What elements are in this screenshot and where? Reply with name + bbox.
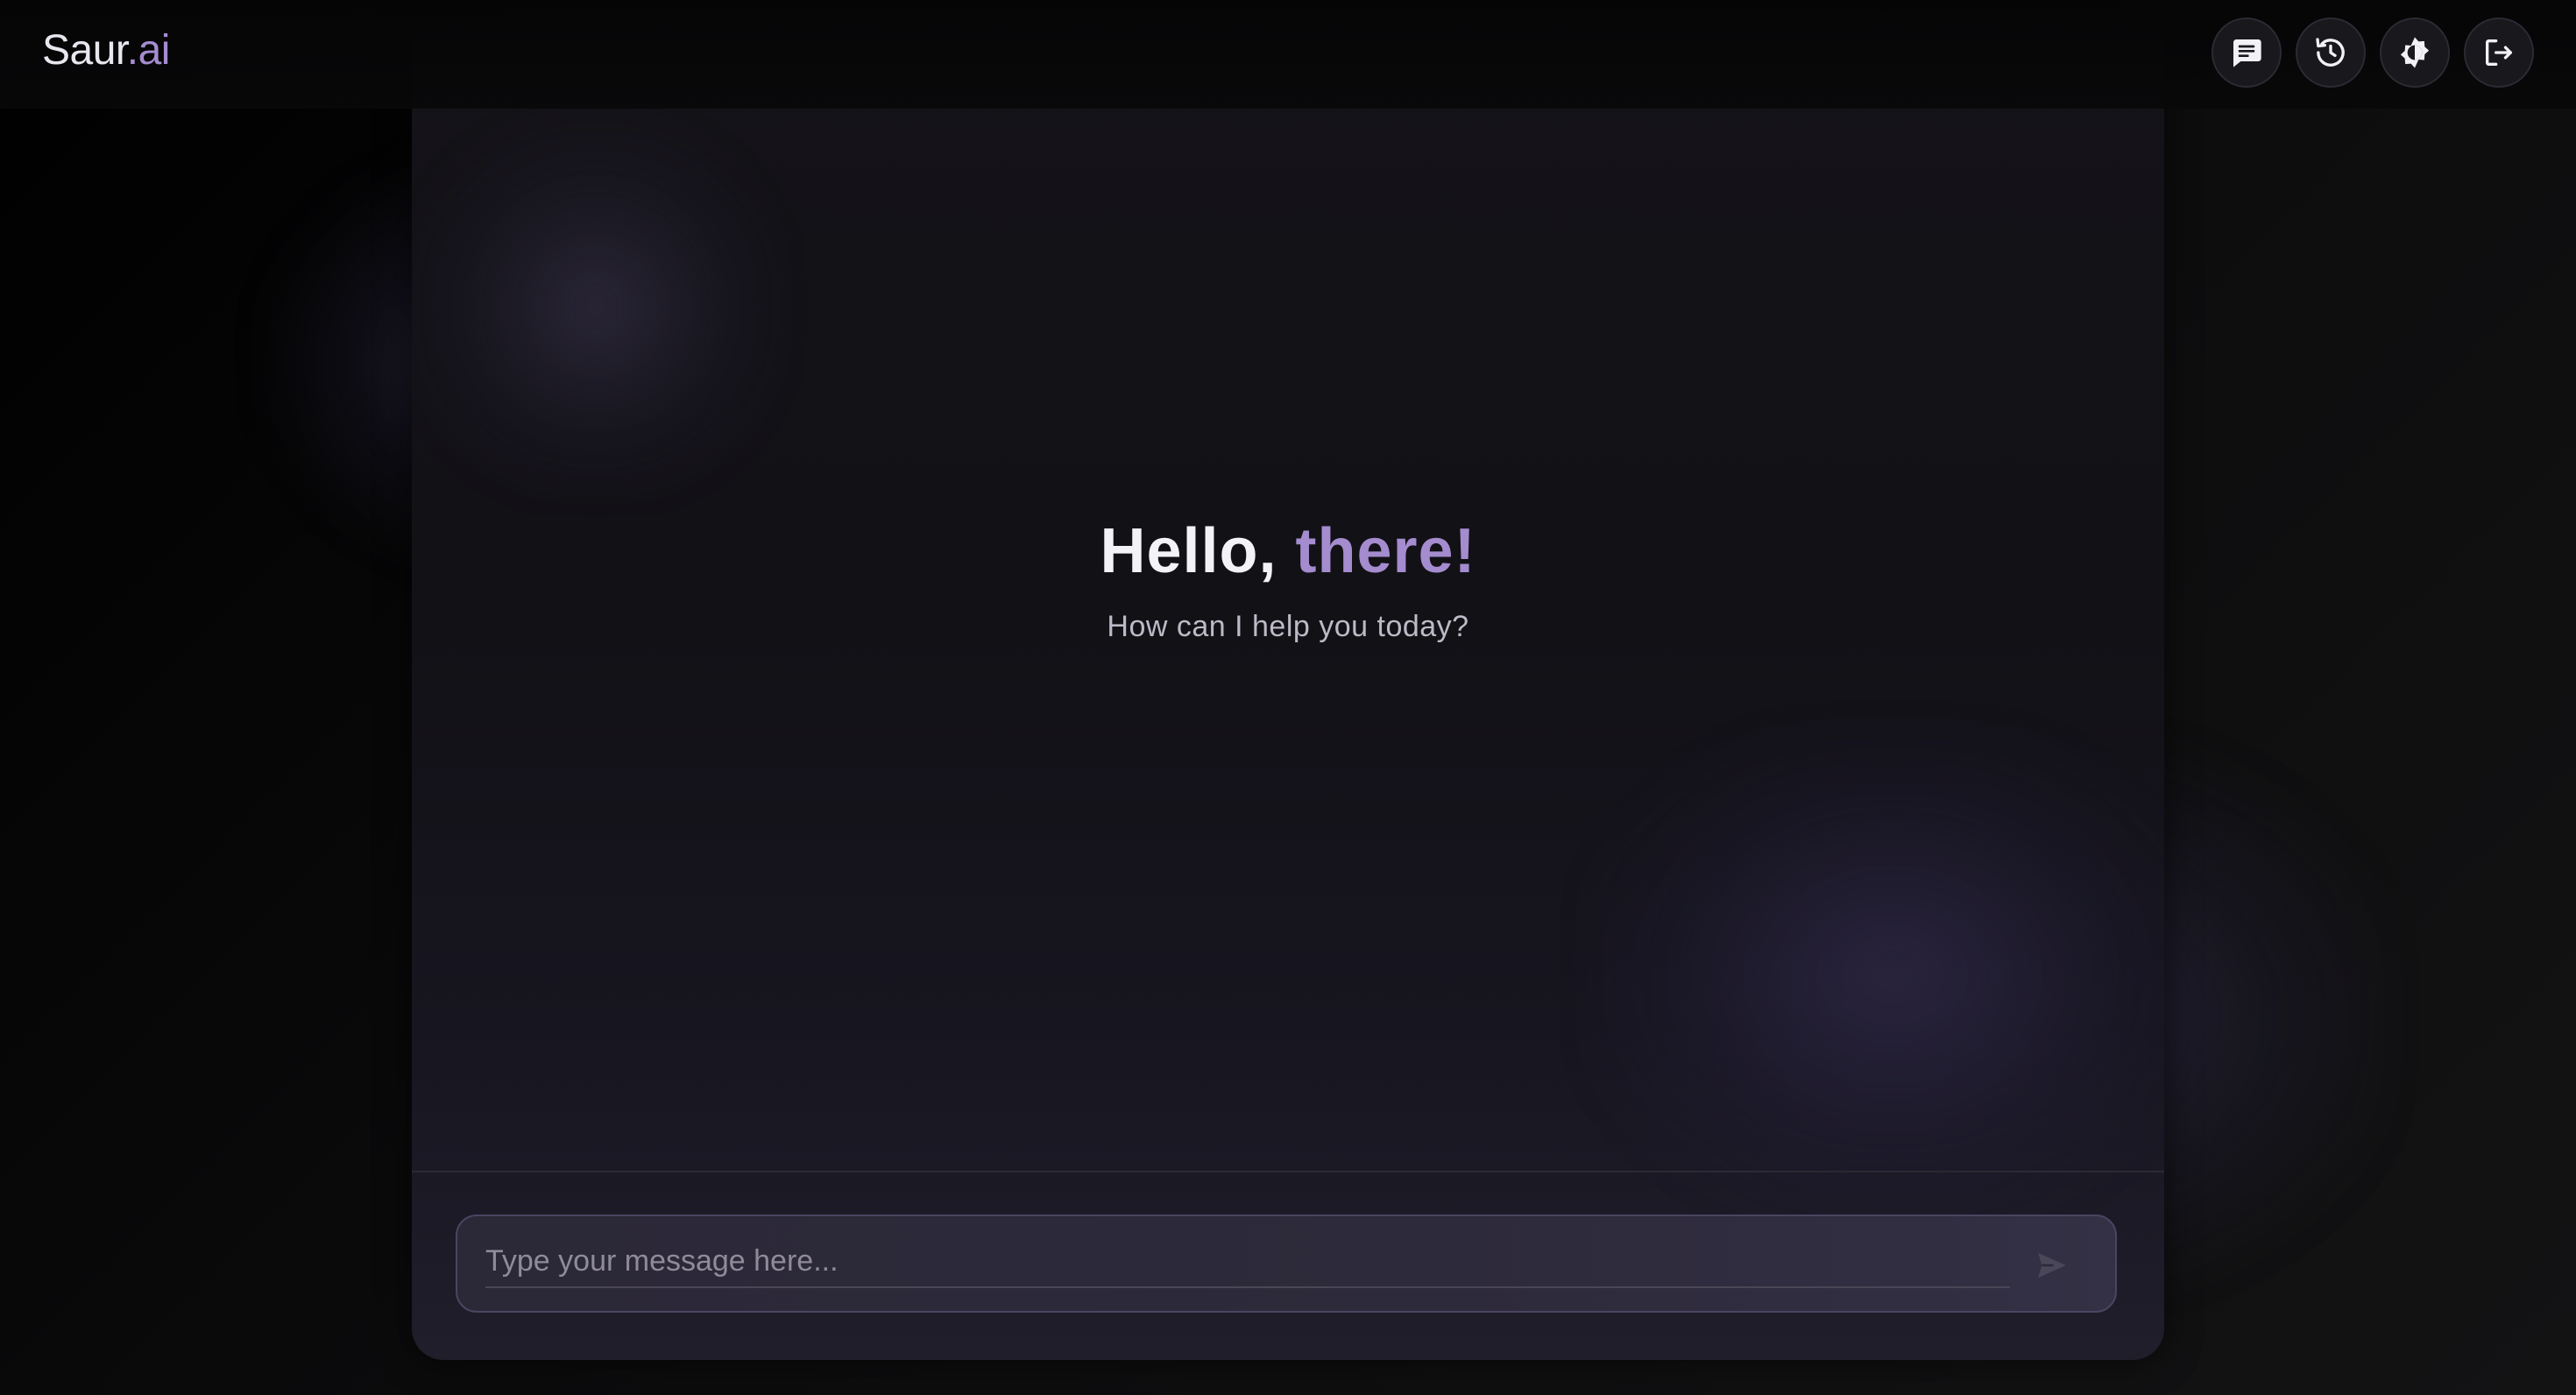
logo-accent-text: .ai [126,27,171,74]
panel-glow [1586,729,2164,1220]
logo-main-text: Saur [42,27,127,74]
history-button[interactable] [2296,18,2366,88]
theme-toggle-icon [2400,37,2430,68]
logout-icon [2486,39,2512,67]
send-button[interactable] [2033,1246,2071,1285]
welcome-message: Hello, there! How can I help you today? [412,515,2164,644]
logo[interactable]: Saur.ai [42,26,170,74]
greeting-name: there! [1295,516,1476,586]
app-root: Saur.ai Hello, there! How can I help you… [0,0,2576,1395]
logout-button[interactable] [2464,18,2534,88]
panel-glow [412,123,780,491]
message-input[interactable] [485,1236,2010,1288]
new-chat-button[interactable] [2212,18,2282,88]
chat-icon [2233,39,2261,67]
greeting-heading: Hello, there! [412,515,2164,587]
top-bar: Saur.ai [0,0,2576,109]
history-icon [2316,38,2345,67]
greeting-subtitle: How can I help you today? [1107,610,1469,643]
theme-toggle-button[interactable] [2380,18,2450,88]
send-icon [2038,1252,2066,1278]
greeting-text: Hello, [1100,516,1277,586]
header-actions [2212,18,2534,88]
chat-panel: Hello, there! How can I help you today? [412,18,2164,1360]
composer-divider [412,1171,2164,1172]
message-composer [456,1214,2117,1313]
